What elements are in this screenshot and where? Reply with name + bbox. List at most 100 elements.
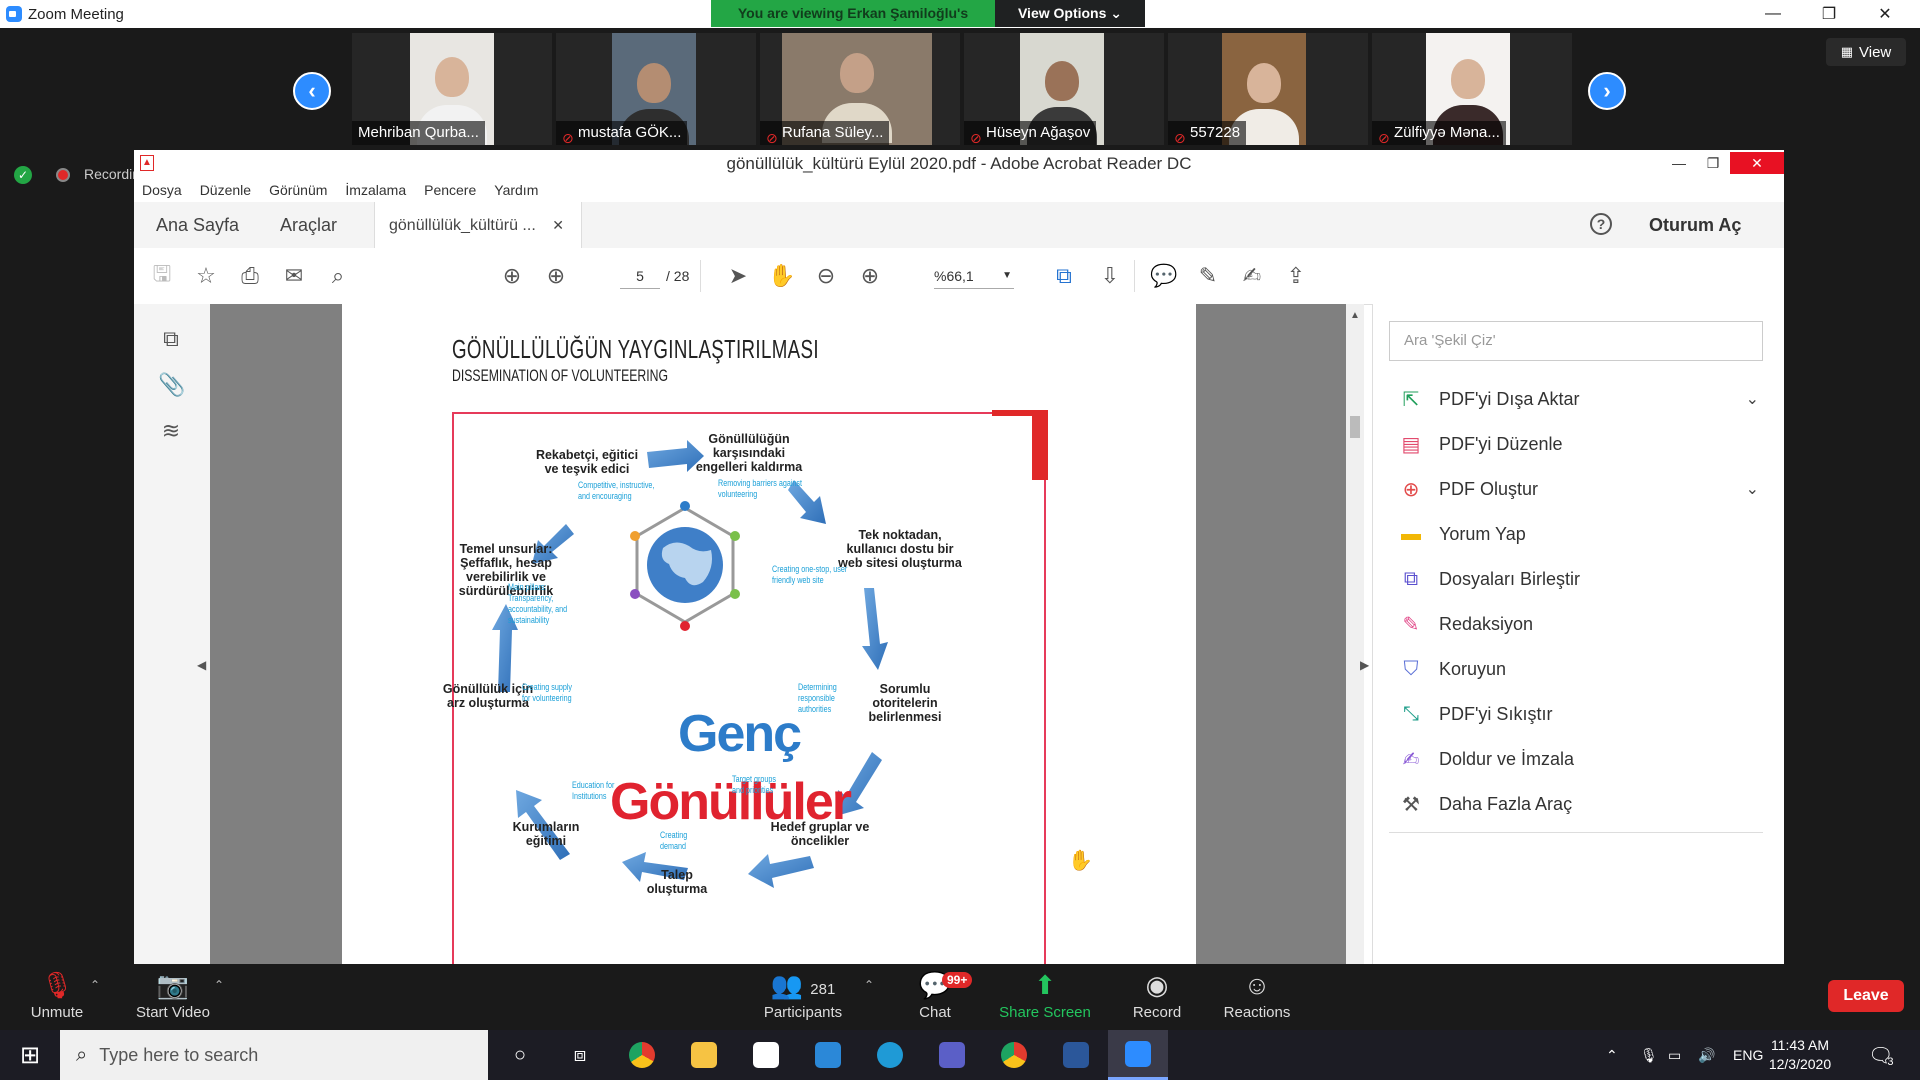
highlight-pen-icon[interactable]: ✎ — [1194, 262, 1222, 290]
page-number-input[interactable]: 5 — [620, 264, 660, 289]
chrome-icon[interactable] — [612, 1030, 672, 1080]
collapse-left-pane-icon[interactable]: ◀ — [197, 658, 206, 672]
participant-tile[interactable]: Mehriban Qurba... — [352, 33, 552, 145]
scroll-mode-icon[interactable]: ⇩ — [1096, 262, 1124, 290]
participants-caret-icon[interactable]: ⌃ — [864, 978, 874, 992]
encryption-shield-icon[interactable]: ✓ — [14, 166, 32, 184]
menu-edit[interactable]: Düzenle — [200, 182, 251, 198]
zoom-taskbar-icon[interactable] — [1108, 1030, 1168, 1080]
page-thumbnails-icon[interactable]: ⧉ — [158, 326, 184, 352]
file-explorer-icon[interactable] — [674, 1030, 734, 1080]
menu-help[interactable]: Yardım — [494, 182, 538, 198]
email-icon[interactable]: ✉ — [280, 262, 308, 290]
participant-tile[interactable]: ⊘ Zülfiyyə Məna... — [1372, 33, 1572, 145]
acrobat-minimize-button[interactable]: — — [1662, 152, 1696, 174]
participant-tile[interactable]: ⊘ 557228 — [1168, 33, 1368, 145]
volume-icon[interactable]: 🔊 — [1698, 1030, 1715, 1080]
hand-tool-icon[interactable]: ✋ — [768, 262, 796, 290]
zoom-level-select[interactable]: %66,1 ▼ — [934, 264, 1014, 289]
mail-icon[interactable] — [798, 1030, 858, 1080]
fit-page-icon[interactable]: ⧉ — [1050, 262, 1078, 290]
print-icon[interactable]: ⎙ — [236, 262, 264, 290]
battery-icon[interactable]: ▭ — [1668, 1030, 1681, 1080]
scroll-up-icon[interactable]: ▲ — [1350, 310, 1360, 321]
tool-fill-sign[interactable]: ✍ Doldur ve İmzala — [1397, 744, 1769, 774]
save-icon[interactable]: 🖫 — [148, 261, 176, 290]
collapse-right-pane-icon[interactable]: ▶ — [1360, 658, 1369, 672]
tab-document[interactable]: gönüllülük_kültürü ... ✕ — [374, 202, 582, 248]
vertical-scrollbar[interactable]: ▲ — [1346, 304, 1364, 964]
windows-start-icon[interactable]: ⊞ — [0, 1030, 60, 1080]
chevron-down-icon[interactable]: ⌄ — [1746, 389, 1759, 409]
view-layout-button[interactable]: ▦ View — [1826, 38, 1906, 66]
sign-icon[interactable]: ✍ — [1238, 262, 1266, 290]
previous-page-icon[interactable]: ⊕ — [498, 262, 526, 290]
edge-icon[interactable] — [860, 1030, 920, 1080]
participant-tile[interactable]: ⊘ Rufana Süley... — [760, 33, 960, 145]
leave-button[interactable]: Leave — [1828, 980, 1904, 1012]
close-button[interactable]: ✕ — [1857, 0, 1913, 28]
bookmark-star-icon[interactable]: ☆ — [192, 262, 220, 290]
tool-combine-files[interactable]: ⧉ Dosyaları Birleştir — [1397, 564, 1769, 594]
select-cursor-icon[interactable]: ➤ — [724, 262, 752, 290]
zoom-out-icon[interactable]: ⊖ — [812, 262, 840, 290]
chat-button[interactable]: 💬 99+ Chat — [880, 970, 990, 1026]
start-video-button[interactable]: 📷 Start Video — [118, 970, 228, 1026]
record-button[interactable]: ◉ Record — [1102, 970, 1212, 1026]
tool-create-pdf[interactable]: ⊕ PDF Oluştur ⌄ — [1397, 474, 1769, 504]
tools-search-input[interactable]: Ara 'Şekil Çiz' — [1389, 321, 1763, 361]
maximize-button[interactable]: ❐ — [1801, 0, 1857, 28]
tab-tools[interactable]: Araçlar — [280, 202, 337, 248]
menu-view[interactable]: Görünüm — [269, 182, 327, 198]
video-options-caret-icon[interactable]: ⌃ — [214, 978, 224, 992]
next-page-icon[interactable]: ⊕ — [542, 262, 570, 290]
notifications-icon[interactable]: 🗨 3 — [1868, 1030, 1894, 1080]
acrobat-close-button[interactable]: ✕ — [1730, 152, 1784, 174]
tool-redact[interactable]: ✎ Redaksiyon — [1397, 609, 1769, 639]
tool-protect[interactable]: ⛉ Koruyun — [1397, 654, 1769, 684]
search-zoom-icon[interactable]: ⌕ — [324, 262, 352, 290]
tool-export-pdf[interactable]: ⇱ PDF'yi Dışa Aktar ⌄ — [1397, 384, 1769, 414]
system-clock[interactable]: 11:43 AM 12/3/2020 — [1760, 1036, 1840, 1074]
view-options-button[interactable]: View Options ⌄ — [995, 0, 1145, 27]
acrobat-restore-button[interactable]: ❐ — [1696, 152, 1730, 174]
tool-more-tools[interactable]: ⚒ Daha Fazla Araç — [1397, 789, 1769, 819]
tool-comment[interactable]: ▬ Yorum Yap — [1397, 519, 1769, 549]
task-view-icon[interactable]: ⧈ — [550, 1030, 610, 1080]
document-view[interactable]: GÖNÜLLÜLÜĞÜN YAYGINLAŞTIRILMASI DISSEMIN… — [210, 304, 1346, 964]
chrome-profile-icon[interactable] — [984, 1030, 1044, 1080]
tab-home[interactable]: Ana Sayfa — [156, 202, 239, 248]
microphone-tray-icon[interactable]: 🎙 — [1640, 1030, 1658, 1080]
share-screen-button[interactable]: ⬆ Share Screen — [990, 970, 1100, 1026]
sign-in-button[interactable]: Oturum Aç — [1649, 202, 1741, 248]
reactions-button[interactable]: ☺ Reactions — [1202, 970, 1312, 1026]
close-tab-icon[interactable]: ✕ — [552, 217, 564, 233]
layers-icon[interactable]: ≋ — [158, 418, 184, 444]
menu-sign[interactable]: İmzalama — [345, 182, 406, 198]
participant-tile[interactable]: ⊘ Hüseyn Ağaşov — [964, 33, 1164, 145]
teams-icon[interactable] — [922, 1030, 982, 1080]
cortana-icon[interactable]: ○ — [490, 1030, 550, 1080]
tool-edit-pdf[interactable]: ▤ PDF'yi Düzenle — [1397, 429, 1769, 459]
share-icon[interactable]: ⇪ — [1282, 262, 1310, 290]
previous-page-arrow-icon[interactable]: ‹ — [293, 72, 331, 110]
attachments-icon[interactable]: 📎 — [158, 372, 185, 398]
tray-overflow-icon[interactable]: ⌃ — [1606, 1030, 1618, 1080]
next-page-arrow-icon[interactable]: › — [1588, 72, 1626, 110]
scrollbar-thumb[interactable] — [1350, 416, 1360, 438]
participants-button[interactable]: 👥 281 Participants — [748, 970, 858, 1026]
language-indicator[interactable]: ENG — [1733, 1030, 1763, 1080]
audio-options-caret-icon[interactable]: ⌃ — [90, 978, 100, 992]
minimize-button[interactable]: — — [1745, 0, 1801, 28]
comment-icon[interactable]: 💬 — [1150, 262, 1178, 290]
tool-compress[interactable]: ⤡ PDF'yi Sıkıştır — [1397, 699, 1769, 729]
store-icon[interactable] — [736, 1030, 796, 1080]
chevron-down-icon[interactable]: ⌄ — [1746, 479, 1759, 499]
word-icon[interactable] — [1046, 1030, 1106, 1080]
taskbar-search-box[interactable]: ⌕ Type here to search — [60, 1030, 488, 1080]
participant-tile[interactable]: ⊘ mustafa GÖK... — [556, 33, 756, 145]
menu-window[interactable]: Pencere — [424, 182, 476, 198]
menu-file[interactable]: Dosya — [142, 182, 182, 198]
zoom-in-icon[interactable]: ⊕ — [856, 262, 884, 290]
help-icon[interactable]: ? — [1590, 213, 1612, 235]
